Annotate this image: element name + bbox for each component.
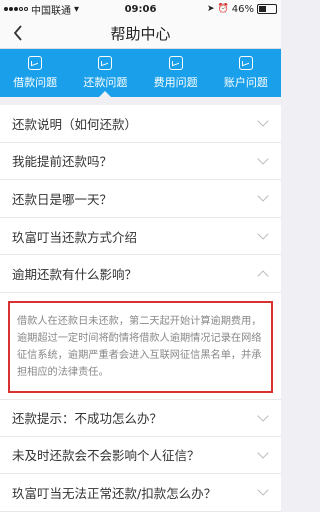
chevron-down-icon [257,115,269,127]
faq-item[interactable]: 还款提示：不成功怎么办？ [0,398,281,437]
faq-item[interactable]: 玖富叮当无法正常还款/扣款怎么办？ [0,474,281,512]
faq-item[interactable]: 我能提前还款吗？ [0,143,281,181]
tab-borrow[interactable]: 借款问题 [0,49,70,97]
tab-label: 账户问题 [223,76,268,89]
highlighted-answer-box: 借款人在还款日未还款，第二天起开始计算逾期费用，逾期超过一定时间将酌情将借款人逾… [8,300,273,393]
chevron-down-icon [257,410,269,422]
faq-question: 我能提前还款吗？ [12,154,113,170]
tab-label: 还款问题 [83,76,128,89]
tab-repay[interactable]: 还款问题 [70,49,140,97]
faq-item[interactable]: 还款说明（如何还款） [0,105,281,143]
chart-icon [28,56,43,70]
faq-list: 还款说明（如何还款） 我能提前还款吗？ 还款日是哪一天？ 玖富叮当还款方式介绍 … [0,105,281,512]
faq-answer-text: 借款人在还款日未还款，第二天起开始计算逾期费用，逾期超过一定时间将酌情将借款人逾… [17,315,262,378]
faq-question: 还款提示：不成功怎么办？ [12,411,163,427]
alarm-icon: ⏰ [217,4,229,14]
chevron-down-icon [257,228,269,240]
chart-icon [98,56,113,70]
tab-label: 费用问题 [153,76,198,89]
chevron-down-icon [257,153,269,165]
chart-icon [168,56,183,70]
faq-question: 玖富叮当无法正常还款/扣款怎么办？ [12,485,217,501]
category-tabs: 借款问题 还款问题 费用问题 账户问题 [0,49,281,97]
nav-bar: 帮助中心 [0,18,281,49]
status-bar: 中国联通 ▾ 09:06 ➤ ⏰ 46% [0,0,281,18]
faq-answer: 借款人在还款日未还款，第二天起开始计算逾期费用，逾期超过一定时间将酌情将借款人逾… [0,292,281,399]
back-button[interactable] [8,23,28,43]
chevron-up-icon [257,270,269,282]
chevron-down-icon [257,447,269,459]
faq-item[interactable]: 未及时还款会不会影响个人征信？ [0,437,281,475]
faq-question: 还款日是哪一天？ [12,191,113,207]
faq-item[interactable]: 玖富叮当还款方式介绍 [0,218,281,256]
location-icon: ➤ [207,4,215,14]
faq-question: 未及时还款会不会影响个人征信？ [12,448,200,464]
tab-fees[interactable]: 费用问题 [141,49,211,97]
page-title: 帮助中心 [110,24,171,43]
faq-item-expanded[interactable]: 逾期还款有什么影响？ [0,255,281,293]
faq-question: 玖富叮当还款方式介绍 [12,229,138,245]
battery-icon [257,4,277,14]
chevron-down-icon [257,484,269,497]
chevron-left-icon [13,25,22,41]
chevron-down-icon [257,190,269,203]
chart-icon [238,56,253,70]
faq-question: 还款说明（如何还款） [12,116,138,132]
battery-percent: 46% [231,3,254,15]
faq-question: 逾期还款有什么影响？ [12,267,138,283]
tab-account[interactable]: 账户问题 [211,49,281,97]
tab-label: 借款问题 [13,76,58,89]
faq-item[interactable]: 还款日是哪一天？ [0,180,281,218]
